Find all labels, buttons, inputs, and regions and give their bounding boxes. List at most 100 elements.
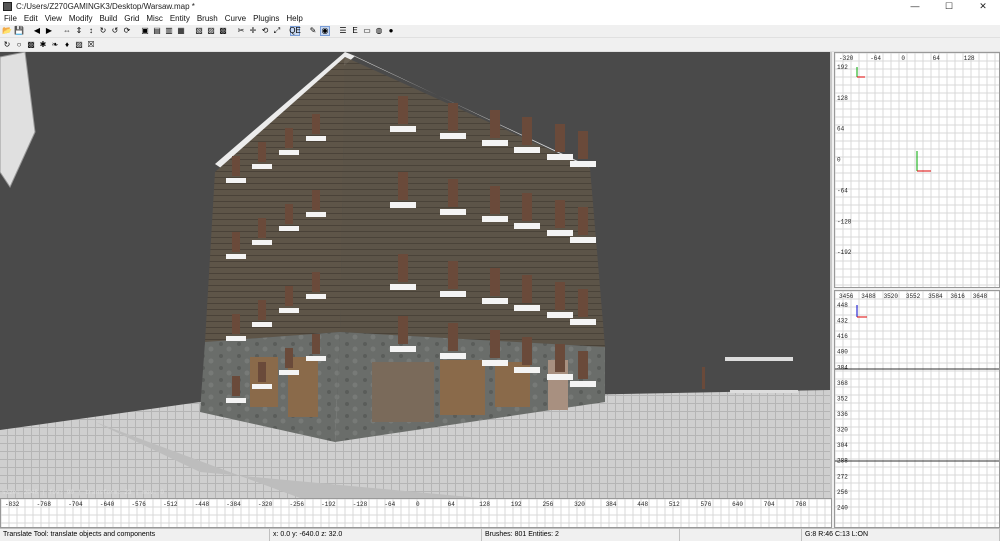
window-sill	[306, 356, 326, 361]
menu-entity[interactable]: Entity	[170, 14, 190, 23]
inspector-icon[interactable]: ☒	[86, 40, 96, 50]
redo-icon[interactable]: ▶	[44, 26, 54, 36]
top-xy-view[interactable]: -320 -64 0 64 128 192 128 64 0 -64 -128 -192	[834, 52, 1000, 288]
texture-browser-icon[interactable]: E	[350, 26, 360, 36]
front-view[interactable]: -832 -768 -704 -640 -576 -512 -448 -384 -320 -256…	[0, 498, 832, 528]
color-picker-icon[interactable]: ✎	[308, 26, 318, 36]
window-sill	[514, 367, 540, 373]
menu-file[interactable]: File	[4, 14, 17, 23]
select-complete-icon[interactable]: ▣	[140, 26, 150, 36]
circle-icon[interactable]: ○	[14, 40, 24, 50]
csg-hollow-icon[interactable]: ▩	[218, 26, 228, 36]
status-tool: Translate Tool: translate objects and co…	[0, 528, 270, 541]
scale-icon[interactable]: ⤢	[272, 26, 282, 36]
window-sill	[547, 312, 573, 318]
texture-lock-icon[interactable]: QE	[289, 26, 301, 36]
refresh-icon[interactable]: ↻	[2, 40, 12, 50]
facade-window	[490, 268, 500, 296]
window-sill	[279, 370, 299, 375]
window-sill	[482, 298, 508, 304]
rotate-y-icon[interactable]: ↺	[110, 26, 120, 36]
rotate-icon[interactable]: ⟲	[260, 26, 270, 36]
open-icon[interactable]: 📂	[2, 26, 12, 36]
menu-misc[interactable]: Misc	[146, 14, 162, 23]
menu-view[interactable]: View	[45, 14, 62, 23]
window-sill	[570, 381, 596, 387]
side-view[interactable]: 3456 3488 3520 3552 3584 3616 3648 448 432 416 400…	[834, 290, 1000, 528]
facade-window	[232, 376, 240, 396]
clipper-icon[interactable]: ✂	[236, 26, 246, 36]
select-touching-icon[interactable]: ▤	[152, 26, 162, 36]
menu-modify[interactable]: Modify	[69, 14, 93, 23]
window-sill	[252, 384, 272, 389]
menu-build[interactable]: Build	[99, 14, 117, 23]
x-tick-label: 768	[795, 501, 806, 508]
window-sill	[306, 212, 326, 217]
x-tick-label: 3648	[973, 293, 988, 300]
menu-brush[interactable]: Brush	[197, 14, 218, 23]
y-tick-label: 128	[837, 95, 848, 102]
menu-curve[interactable]: Curve	[225, 14, 246, 23]
minimize-button[interactable]: —	[898, 0, 932, 12]
x-tick-label: 64	[448, 501, 456, 508]
csg-subtract-icon[interactable]: ▧	[194, 26, 204, 36]
x-tick-label: -320	[839, 55, 854, 62]
bend-icon[interactable]: ❧	[50, 40, 60, 50]
select-partial-icon[interactable]: ▥	[164, 26, 174, 36]
menu-edit[interactable]: Edit	[24, 14, 38, 23]
cap-icon[interactable]: ♦	[62, 40, 72, 50]
y-tick-label: 416	[837, 333, 848, 340]
plugin-icon[interactable]: ●	[386, 26, 396, 36]
undo-icon[interactable]: ◀	[32, 26, 42, 36]
flip-z-icon[interactable]: ↕	[86, 26, 96, 36]
window-sill	[440, 209, 466, 215]
rotate-x-icon[interactable]: ↻	[98, 26, 108, 36]
window-sill	[279, 308, 299, 313]
flip-x-icon[interactable]: ⇔	[62, 26, 72, 36]
menu-plugins[interactable]: Plugins	[253, 14, 279, 23]
facade-window	[258, 300, 266, 320]
facade-window	[448, 179, 458, 207]
x-tick-label: -576	[131, 501, 146, 508]
facade-window	[555, 124, 565, 152]
facade-window	[398, 172, 408, 200]
shader-icon[interactable]: ◍	[374, 26, 384, 36]
window-sill	[252, 240, 272, 245]
wall-right	[340, 57, 605, 347]
facade-window	[312, 114, 320, 134]
window-sill	[390, 284, 416, 290]
window-sill	[482, 216, 508, 222]
facade-window	[578, 131, 588, 159]
console-icon[interactable]: ▭	[362, 26, 372, 36]
flip-y-icon[interactable]: ⇕	[74, 26, 84, 36]
window-sill	[390, 126, 416, 132]
menu-grid[interactable]: Grid	[124, 14, 139, 23]
y-tick-label: 240	[837, 504, 848, 511]
facade-window	[522, 275, 532, 303]
bug-icon[interactable]: ✱	[38, 40, 48, 50]
entity-list-icon[interactable]: ☰	[338, 26, 348, 36]
facade-window	[232, 156, 240, 176]
save-icon[interactable]: 💾	[14, 26, 24, 36]
camera-icon[interactable]: ◉	[320, 26, 330, 36]
facade-window	[232, 232, 240, 252]
facade-window	[578, 289, 588, 317]
patch-icon[interactable]: ▩	[26, 40, 36, 50]
facade-window	[285, 348, 293, 368]
close-button[interactable]: ✕	[966, 0, 1000, 12]
translate-icon[interactable]: ✛	[248, 26, 258, 36]
x-tick-label: -192	[321, 501, 336, 508]
menu-help[interactable]: Help	[286, 14, 302, 23]
csg-merge-icon[interactable]: ▨	[206, 26, 216, 36]
maximize-button[interactable]: ☐	[932, 0, 966, 12]
x-tick-label: -384	[226, 501, 241, 508]
rotate-z-icon[interactable]: ⟳	[122, 26, 132, 36]
select-inside-icon[interactable]: ▦	[176, 26, 186, 36]
thicken-icon[interactable]: ▨	[74, 40, 84, 50]
camera-viewport[interactable]: size: 2048 | fov: 90 | transform: 23 | m…	[0, 52, 832, 498]
y-tick-label: 0	[837, 157, 841, 164]
x-tick-label: 192	[511, 501, 522, 508]
window-sill	[482, 140, 508, 146]
x-tick-label: 3616	[950, 293, 965, 300]
window-sill	[226, 398, 246, 403]
